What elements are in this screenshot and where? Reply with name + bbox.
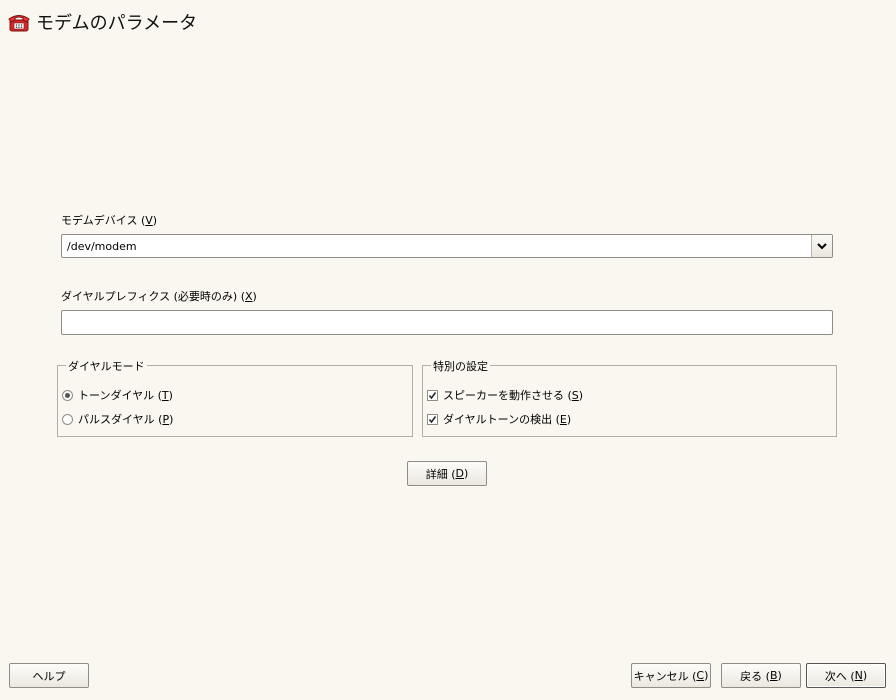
dial-tone-detect-checkbox[interactable]: ダイヤルトーンの検出 (E) — [427, 411, 571, 427]
dial-tone-detect-key: E — [559, 412, 567, 426]
tone-dial-end: ) — [168, 388, 173, 402]
page-title: モデムのパラメータ — [36, 13, 198, 34]
modem-device-value: /dev/modem — [67, 240, 137, 253]
telephone-icon — [8, 15, 30, 32]
speaker-end: ) — [578, 388, 584, 402]
tone-dial-radio[interactable]: トーンダイヤル (T) — [62, 387, 173, 403]
special-settings-group-title: 特別の設定 — [431, 358, 490, 374]
speaker-label: スピーカーを動作させる ( — [443, 389, 572, 402]
speaker-checkbox[interactable]: スピーカーを動作させる (S) — [427, 387, 583, 403]
dial-prefix-label: ダイヤルプレフィクス (必要時のみ) (X) — [61, 288, 257, 304]
details-button-key: D — [455, 467, 464, 480]
cancel-button[interactable]: キャンセル (C) — [631, 663, 711, 688]
dial-prefix-label-end: ) — [252, 290, 257, 303]
dial-prefix-label-text: ダイヤルプレフィクス (必要時のみ) ( — [61, 290, 245, 303]
speaker-key: S — [571, 388, 579, 402]
dial-prefix-label-key: X — [245, 290, 253, 303]
help-button-label: ヘルプ — [32, 669, 66, 683]
modem-device-label: モデムデバイス (V) — [61, 212, 157, 228]
next-button-key: N — [854, 669, 863, 682]
details-button-label: 詳細 ( — [425, 467, 456, 481]
cancel-button-end: ) — [704, 669, 709, 682]
modem-device-label-text: モデムデバイス ( — [61, 214, 146, 227]
pulse-dial-key: P — [162, 412, 170, 426]
back-button-label: 戻る ( — [740, 669, 770, 683]
pulse-dial-end: ) — [169, 412, 174, 426]
checkbox-checked-indicator[interactable] — [427, 413, 438, 425]
modem-device-label-key: V — [145, 214, 153, 227]
back-button-end: ) — [777, 669, 782, 682]
dial-tone-detect-end: ) — [566, 412, 572, 426]
next-button[interactable]: 次へ (N) — [806, 663, 886, 688]
pulse-dial-label: パルスダイヤル ( — [78, 413, 163, 426]
dialog-header: モデムのパラメータ — [8, 8, 197, 36]
chevron-down-icon — [817, 242, 827, 249]
dial-prefix-input[interactable] — [61, 310, 833, 335]
back-button[interactable]: 戻る (B) — [721, 663, 801, 688]
modem-device-label-end: ) — [152, 214, 158, 227]
next-button-end: ) — [862, 669, 868, 682]
modem-device-combobox[interactable]: /dev/modem — [61, 234, 833, 258]
back-button-key: B — [769, 669, 778, 682]
cancel-button-key: C — [696, 669, 705, 682]
radio-selected-indicator[interactable] — [62, 389, 73, 401]
checkmark-icon — [428, 391, 437, 399]
dial-mode-group: ダイヤルモード トーンダイヤル (T) パルスダイヤル (P) — [57, 358, 413, 437]
tone-dial-label: トーンダイヤル ( — [78, 389, 162, 402]
next-button-label: 次へ ( — [824, 669, 855, 683]
modem-device-dropdown-button[interactable] — [811, 235, 832, 257]
special-settings-group: 特別の設定 スピーカーを動作させる (S) ダイヤルトーンの検出 (E) — [422, 358, 837, 437]
radio-unselected-indicator[interactable] — [62, 413, 73, 425]
dial-tone-detect-label: ダイヤルトーンの検出 ( — [443, 413, 560, 426]
checkmark-icon — [428, 415, 437, 423]
checkbox-checked-indicator[interactable] — [427, 389, 438, 401]
pulse-dial-radio[interactable]: パルスダイヤル (P) — [62, 411, 173, 427]
cancel-button-label: キャンセル ( — [633, 669, 697, 683]
help-button[interactable]: ヘルプ — [9, 663, 89, 688]
dial-mode-group-title: ダイヤルモード — [66, 358, 147, 374]
details-button-end: ) — [463, 467, 469, 480]
tone-dial-key: T — [161, 388, 169, 402]
details-button[interactable]: 詳細 (D) — [407, 461, 487, 486]
